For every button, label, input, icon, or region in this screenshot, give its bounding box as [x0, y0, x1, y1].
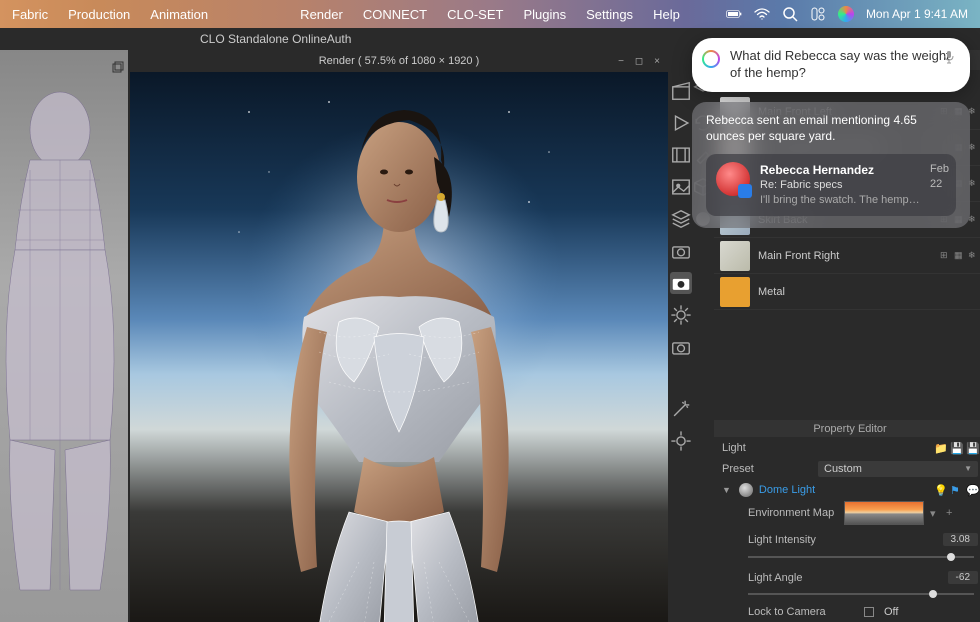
search-icon[interactable] — [782, 6, 798, 22]
avatar — [716, 162, 750, 196]
siri-overlay: What did Rebecca say was the weight of t… — [692, 38, 970, 228]
light-angle-value[interactable]: -62 — [948, 571, 978, 584]
macos-menubar: Fabric Production Animation Render CONNE… — [0, 0, 980, 28]
freeze-icon[interactable]: ❄ — [968, 250, 980, 262]
battery-icon[interactable] — [726, 6, 742, 22]
object-name: Main Front Right — [758, 250, 932, 262]
object-thumb — [720, 241, 750, 271]
wireframe-viewport[interactable] — [0, 50, 128, 622]
menu-closet[interactable]: CLO-SET — [447, 7, 503, 22]
tool-gear-icon[interactable] — [670, 304, 692, 326]
close-icon[interactable]: × — [650, 54, 664, 68]
light-label: Light — [722, 442, 812, 454]
object-thumb — [720, 277, 750, 307]
menubar-datetime[interactable]: Mon Apr 1 9:41 AM — [866, 7, 968, 21]
email-date: Feb 22 — [930, 162, 949, 192]
collapse-icon[interactable]: ▼ — [722, 485, 731, 495]
email-preview: I'll bring the swatch. The hemp weighs… — [760, 193, 920, 208]
siri-email-card[interactable]: Rebecca Hernandez Re: Fabric specs I'll … — [706, 154, 956, 216]
env-map-thumbnail[interactable] — [844, 501, 924, 525]
siri-question-text: What did Rebecca say was the weight of t… — [730, 48, 950, 80]
property-editor-panel: Property Editor Light 📁 💾 💾 Preset Custo… — [714, 420, 980, 622]
save-icon[interactable]: 💾 — [950, 442, 962, 454]
light-intensity-value[interactable]: 3.08 — [943, 533, 978, 546]
mail-app-icon — [738, 184, 752, 198]
menu-render[interactable]: Render — [300, 7, 343, 22]
save-as-icon[interactable]: 💾 — [966, 442, 978, 454]
siri-answer-bubble: Rebecca sent an email mentioning 4.65 ou… — [692, 102, 970, 228]
comment-icon[interactable]: 💬 — [966, 484, 978, 496]
add-icon[interactable]: ⊞ — [940, 250, 952, 262]
object-item[interactable]: Main Front Right ⊞▦❄ — [714, 238, 980, 274]
dome-icon — [739, 483, 753, 497]
popout-icon[interactable] — [112, 60, 124, 72]
tool-layers-icon[interactable] — [670, 208, 692, 230]
wireframe-model — [0, 90, 128, 610]
light-angle-label: Light Angle — [748, 572, 848, 584]
popout-icon[interactable]: ◻ — [632, 54, 646, 68]
siri-answer-text: Rebecca sent an email mentioning 4.65 ou… — [706, 112, 956, 144]
lock-to-camera-value: Off — [884, 606, 898, 618]
menu-animation[interactable]: Animation — [150, 7, 208, 22]
tool-film-icon[interactable] — [670, 144, 692, 166]
tool-camera-icon[interactable] — [670, 240, 692, 262]
object-item[interactable]: Metal — [714, 274, 980, 310]
menu-connect[interactable]: CONNECT — [363, 7, 427, 22]
control-center-icon[interactable] — [810, 6, 826, 22]
render-panel: Render ( 57.5% of 1080 × 1920 ) − ◻ × — [128, 50, 670, 622]
open-icon[interactable]: 📁 — [934, 442, 946, 454]
chevron-down-icon: ▼ — [964, 464, 972, 473]
preset-label: Preset — [722, 463, 812, 475]
menu-plugins[interactable]: Plugins — [523, 7, 566, 22]
property-editor-title: Property Editor — [714, 420, 980, 437]
light-intensity-slider[interactable] — [748, 556, 974, 558]
siri-icon[interactable] — [838, 6, 854, 22]
light-angle-slider[interactable] — [748, 593, 974, 595]
env-map-label: Environment Map — [748, 507, 838, 519]
lock-to-camera-label: Lock to Camera — [748, 606, 858, 618]
light-intensity-label: Light Intensity — [748, 534, 848, 546]
tool-wand-icon[interactable] — [670, 398, 692, 420]
menu-settings[interactable]: Settings — [586, 7, 633, 22]
tool-camera2-icon[interactable] — [670, 336, 692, 358]
wifi-icon[interactable] — [754, 6, 770, 22]
grid-icon[interactable]: ▦ — [954, 250, 966, 262]
email-from: Rebecca Hernandez — [760, 162, 920, 178]
chevron-down-icon[interactable]: ▾ — [930, 507, 942, 519]
siri-icon — [702, 50, 720, 68]
menu-fabric[interactable]: Fabric — [12, 7, 48, 22]
minimize-icon[interactable]: − — [614, 54, 628, 68]
render-viewport[interactable] — [130, 72, 668, 622]
rendered-model — [209, 82, 589, 622]
flag-icon[interactable]: ⚑ — [950, 484, 962, 496]
menu-help[interactable]: Help — [653, 7, 680, 22]
microphone-icon[interactable] — [942, 50, 956, 64]
email-subject: Re: Fabric specs — [760, 178, 920, 193]
toolbar-vertical — [670, 50, 692, 622]
tool-image-icon[interactable] — [670, 176, 692, 198]
menu-production[interactable]: Production — [68, 7, 130, 22]
siri-question-bubble[interactable]: What did Rebecca say was the weight of t… — [692, 38, 970, 92]
lock-to-camera-checkbox[interactable] — [864, 607, 874, 617]
bulb-icon[interactable]: 💡 — [934, 484, 946, 496]
tool-camera-settings-icon[interactable] — [670, 272, 692, 294]
add-icon[interactable]: + — [946, 507, 958, 519]
object-name: Metal — [758, 286, 980, 298]
dome-light-label[interactable]: Dome Light — [759, 484, 815, 496]
preset-value: Custom — [824, 463, 862, 475]
tool-gear2-icon[interactable] — [670, 430, 692, 452]
preset-dropdown[interactable]: Custom ▼ — [818, 461, 978, 477]
tool-clapper-icon[interactable] — [670, 80, 692, 102]
render-title: Render ( 57.5% of 1080 × 1920 ) — [319, 55, 480, 67]
tool-play-icon[interactable] — [670, 112, 692, 134]
